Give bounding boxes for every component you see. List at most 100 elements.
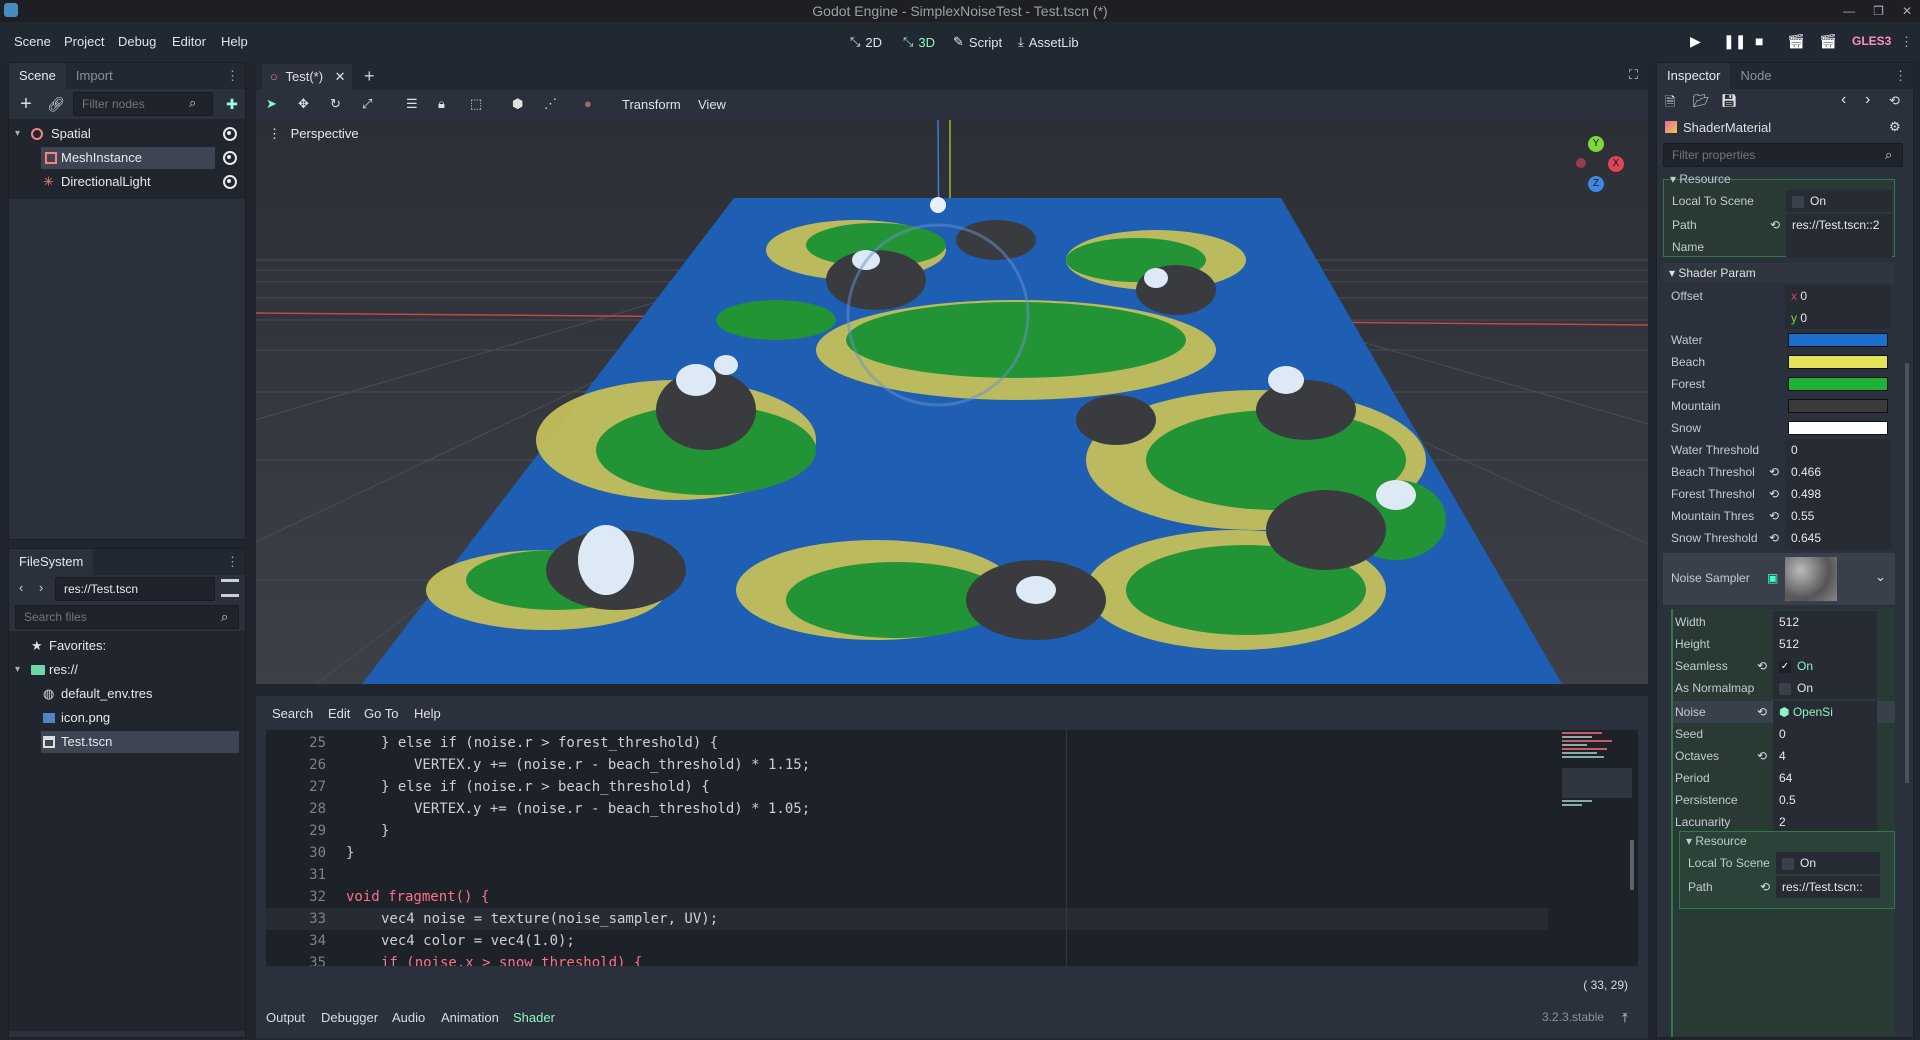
tab-node[interactable]: Node — [1730, 63, 1781, 89]
lock-icon[interactable]: 🔒︎ — [438, 96, 445, 112]
perspective-menu[interactable]: ⋮ Perspective — [268, 126, 359, 142]
collapse-arrow-icon[interactable]: ▾ — [15, 123, 20, 145]
back-icon[interactable]: ‹ — [19, 580, 23, 595]
res-root-row[interactable]: ▾ res:// — [9, 659, 245, 681]
prop-water-color[interactable]: Water — [1663, 329, 1893, 351]
search-files-input[interactable] — [15, 605, 239, 629]
chevron-down-icon[interactable]: ⌄ — [1875, 569, 1886, 585]
split-mode-icon[interactable] — [221, 579, 239, 597]
object-selector[interactable]: ShaderMaterial ⚙ — [1657, 115, 1913, 141]
tab-shader[interactable]: Shader — [513, 1010, 555, 1025]
tab-debugger[interactable]: Debugger — [321, 1010, 378, 1025]
prop-water-threshold[interactable]: Water Threshold 0 — [1663, 439, 1893, 461]
prop-snow-threshold[interactable]: Snow Threshold ⟲ 0.645 — [1663, 527, 1893, 549]
file-item-selected[interactable]: Test.tscn — [41, 731, 239, 753]
prop-path[interactable]: Path ⟲ res://Test.tscn:: — [1680, 876, 1894, 898]
prop-path[interactable]: Path ⟲ res://Test.tscn::2 — [1664, 214, 1894, 236]
gizmo-neg-x[interactable] — [1576, 158, 1586, 168]
close-tab-icon[interactable]: ✕ — [335, 69, 346, 84]
gizmo-z-axis[interactable]: Z — [1588, 176, 1604, 192]
stop-icon[interactable]: ■ — [1755, 33, 1763, 49]
attach-script-icon[interactable]: ✚ — [221, 93, 243, 115]
noise-texture-preview[interactable] — [1785, 557, 1837, 601]
prop-offset-y[interactable]: y 0 — [1663, 307, 1893, 329]
filter-properties-input[interactable] — [1663, 143, 1903, 167]
collapse-arrow-icon[interactable]: ▾ — [15, 659, 20, 681]
select-tool-icon[interactable]: ➤ — [266, 96, 277, 112]
history-icon[interactable]: ⟲ — [1889, 93, 1900, 109]
checkbox-icon[interactable] — [1792, 195, 1804, 208]
tab-animation[interactable]: Animation — [441, 1010, 499, 1025]
file-item[interactable]: ◍ default_env.tres — [9, 683, 245, 705]
move-tool-icon[interactable]: ✥ — [298, 96, 309, 112]
prop-mountain-threshold[interactable]: Mountain Thres ⟲ 0.55 — [1663, 505, 1893, 527]
tab-filesystem[interactable]: FileSystem — [9, 549, 94, 575]
tree-node-directionallight[interactable]: ✳ DirectionalLight — [9, 171, 245, 193]
prop-persistence[interactable]: Persistence 0.5 — [1673, 789, 1895, 811]
new-resource-icon[interactable]: 🗎︎ — [1665, 93, 1675, 115]
pin-panel-icon[interactable]: ⤒ — [1622, 1010, 1628, 1026]
prop-period[interactable]: Period 64 — [1673, 767, 1895, 789]
menu-search[interactable]: Search — [272, 706, 313, 721]
tree-node-meshinstance[interactable]: MeshInstance — [41, 147, 215, 169]
dock-options-icon[interactable]: ⋮ — [226, 68, 239, 84]
prop-width[interactable]: Width 512 — [1673, 611, 1895, 633]
section-header-resource[interactable]: ▾ Resource — [1686, 834, 1747, 848]
color-swatch[interactable] — [1788, 333, 1888, 347]
dock-options-icon[interactable]: ⋮ — [1894, 68, 1907, 84]
play-icon[interactable]: ▶ — [1690, 33, 1701, 50]
menu-edit[interactable]: Edit — [328, 706, 350, 721]
checked-icon[interactable]: ✓ — [1779, 660, 1791, 673]
section-header-resource[interactable]: ▾ Resource — [1670, 172, 1731, 186]
save-resource-icon[interactable]: 💾︎ — [1721, 93, 1738, 109]
favorites-row[interactable]: ★ Favorites: — [9, 635, 245, 657]
prop-offset[interactable]: Offset x 0 — [1663, 285, 1893, 307]
close-icon[interactable]: ✕ — [1902, 0, 1912, 22]
visibility-eye-icon[interactable] — [223, 175, 237, 189]
prop-octaves[interactable]: Octaves ⟲ 4 — [1673, 745, 1895, 767]
menu-editor[interactable]: Editor — [172, 34, 206, 49]
revert-icon[interactable]: ⟲ — [1757, 705, 1767, 719]
rotate-tool-icon[interactable]: ↻ — [330, 96, 341, 112]
workspace-3d-button[interactable]: ⤡ 3D — [903, 34, 935, 50]
3d-viewport[interactable]: ⋮ Perspective Y X Z — [256, 120, 1648, 684]
revert-icon[interactable]: ⟲ — [1769, 465, 1779, 479]
add-node-icon[interactable]: + — [15, 93, 37, 115]
snap-icon[interactable]: ⋰ — [544, 96, 557, 112]
visibility-eye-icon[interactable] — [223, 127, 237, 141]
prop-noise-sampler[interactable]: Noise Sampler ▣ ⌄ — [1663, 553, 1895, 605]
revert-icon[interactable]: ⟲ — [1757, 749, 1767, 763]
color-swatch[interactable] — [1788, 421, 1888, 435]
gizmo-x-axis[interactable]: X — [1608, 156, 1624, 172]
play-custom-scene-icon[interactable]: 🎬︎ — [1819, 33, 1837, 50]
checkbox-icon[interactable] — [1779, 682, 1791, 695]
prop-seed[interactable]: Seed 0 — [1673, 723, 1895, 745]
prop-noise[interactable]: Noise ⟲ ⬢ OpenSi — [1673, 701, 1895, 723]
scale-tool-icon[interactable]: ⤢ — [362, 96, 372, 112]
play-scene-icon[interactable]: 🎬︎ — [1787, 33, 1805, 50]
local-space-icon[interactable]: ⬢ — [512, 96, 523, 112]
view-menu[interactable]: View — [698, 97, 726, 112]
menu-scene[interactable]: Scene — [14, 34, 51, 49]
prop-local-to-scene[interactable]: Local To Scene On — [1664, 190, 1894, 212]
list-select-icon[interactable]: ☰ — [406, 96, 418, 112]
code-editor[interactable]: 25} else if (noise.r > forest_threshold)… — [266, 730, 1638, 966]
prop-beach-threshold[interactable]: Beach Threshol ⟲ 0.466 — [1663, 461, 1893, 483]
revert-icon[interactable]: ⟲ — [1757, 659, 1767, 673]
prop-lacunarity[interactable]: Lacunarity 2 — [1673, 811, 1895, 833]
tab-scene[interactable]: Scene — [9, 63, 66, 89]
revert-icon[interactable]: ⟲ — [1769, 487, 1779, 501]
new-tab-icon[interactable]: + — [364, 66, 375, 87]
renderer-options-icon[interactable]: ⋮ — [1900, 34, 1913, 50]
menu-help[interactable]: Help — [414, 706, 441, 721]
prop-height[interactable]: Height 512 — [1673, 633, 1895, 655]
revert-icon[interactable]: ⟲ — [1770, 218, 1780, 232]
link-icon[interactable]: 🔗︎ — [45, 93, 67, 115]
orientation-gizmo[interactable]: Y X Z — [1566, 136, 1626, 196]
color-swatch[interactable] — [1788, 355, 1888, 369]
menu-help[interactable]: Help — [221, 34, 248, 49]
forward-icon[interactable]: › — [39, 580, 43, 595]
transform-menu[interactable]: Transform — [622, 97, 681, 112]
prop-forest-color[interactable]: Forest — [1663, 373, 1893, 395]
prop-as-normalmap[interactable]: As Normalmap On — [1673, 677, 1895, 699]
